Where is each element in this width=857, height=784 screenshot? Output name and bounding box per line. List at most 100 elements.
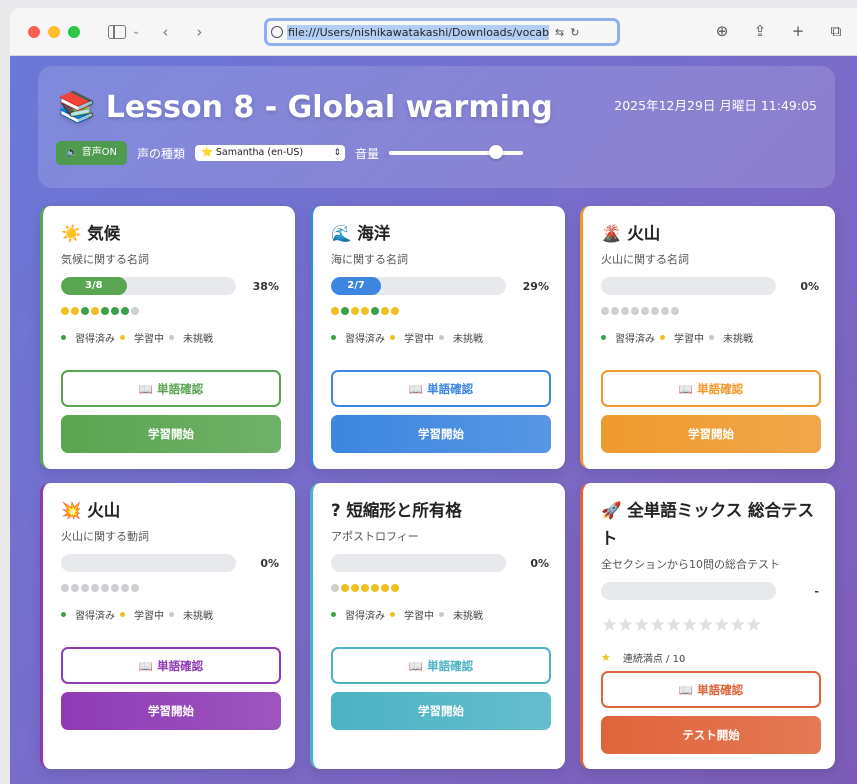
download-icon[interactable]: ⊕ <box>713 22 731 40</box>
browser-toolbar: ⌄ ‹ › file:///Users/nishikawatakashi/Dow… <box>10 8 857 56</box>
start-learning-button[interactable]: 学習開始 <box>331 415 551 453</box>
word-status-dot <box>121 584 129 592</box>
start-learning-button[interactable]: 学習開始 <box>61 692 281 730</box>
card-title: ? 短縮形と所有格 <box>331 501 462 520</box>
word-check-button[interactable]: 📖 単語確認 <box>331 370 551 407</box>
word-check-button[interactable]: 📖 単語確認 <box>61 647 281 684</box>
progress-bar <box>601 582 776 600</box>
chevron-right-icon[interactable]: › <box>190 23 208 41</box>
word-status-dot <box>81 307 89 315</box>
word-status-dot <box>111 307 119 315</box>
card-subtitle: 海に関する名詞 <box>331 253 408 266</box>
section-card-ocean: 🌊 海洋 海に関する名詞 2/7 29% 習得済み 学習中 未挑戦 📖 単語確認… <box>310 206 565 469</box>
word-check-button[interactable]: 📖 単語確認 <box>61 370 281 407</box>
zoom-window-button[interactable] <box>68 25 80 38</box>
datetime: 2025年12月29日 月曜日 11:49:05 <box>614 98 817 113</box>
word-status-dot <box>101 307 109 315</box>
sidebar-toggle-icon[interactable] <box>108 24 126 39</box>
mastered-dot-icon <box>61 335 66 340</box>
progress-percent: 0% <box>530 556 549 570</box>
section-grid: ☀️ 気候 気候に関する名詞 3/8 38% 習得済み 学習中 未挑戦 📖 単語… <box>40 206 837 769</box>
progress-percent: 38% <box>252 279 279 293</box>
legend-mastered: 習得済み <box>75 611 115 622</box>
page-content: 📚 Lesson 8 - Global warming 2025年12月29日 … <box>10 56 857 784</box>
close-window-button[interactable] <box>28 25 40 38</box>
word-status-dot <box>71 584 79 592</box>
tabs-overview-icon[interactable]: ⧉ <box>827 22 845 40</box>
voice-controls: 🔈 音声ON 声の種類 ⭐ Samantha (en-US) 音量 <box>56 141 524 165</box>
card-subtitle: 火山に関する動詞 <box>61 530 149 543</box>
word-status-dot <box>641 307 649 315</box>
legend-learning: 学習中 <box>134 334 164 345</box>
volume-slider[interactable] <box>389 145 524 159</box>
word-status-dot <box>391 307 399 315</box>
word-status-dot <box>371 584 379 592</box>
word-status-dot <box>341 584 349 592</box>
section-card-volcano-nouns: 🌋 火山 火山に関する名詞 0% 習得済み 学習中 未挑戦 📖 単語確認 学習開… <box>580 206 835 469</box>
word-status-dot <box>101 584 109 592</box>
mastered-dot-icon <box>331 335 336 340</box>
start-learning-button[interactable]: 学習開始 <box>601 415 821 453</box>
word-status-dot <box>61 584 69 592</box>
translate-icon[interactable]: ⇆ <box>555 26 564 39</box>
legend-untried: 未挑戦 <box>453 334 483 345</box>
untried-dot-icon <box>439 335 444 340</box>
section-card-volcano-verbs: 💥 火山 火山に関する動詞 0% 習得済み 学習中 未挑戦 📖 単語確認 学習開… <box>40 483 295 769</box>
voice-select[interactable]: ⭐ Samantha (en-US) <box>195 145 345 161</box>
word-status-dot <box>121 307 129 315</box>
word-status-dots <box>331 306 549 316</box>
legend-mastered: 習得済み <box>615 334 655 345</box>
progress-bar <box>61 554 236 572</box>
card-title: 🚀 全単語ミックス 総合テスト <box>601 501 815 548</box>
word-status-dot <box>131 584 139 592</box>
word-check-button[interactable]: 📖 単語確認 <box>331 647 551 684</box>
progress-percent: 0% <box>800 279 819 293</box>
card-subtitle: 火山に関する名詞 <box>601 253 689 266</box>
word-check-button[interactable]: 📖 単語確認 <box>601 370 821 407</box>
word-status-dot <box>391 584 399 592</box>
word-status-dot <box>651 307 659 315</box>
word-check-button[interactable]: 📖 単語確認 <box>601 671 821 708</box>
star-icon: ★ <box>601 651 611 664</box>
start-learning-button[interactable]: 学習開始 <box>331 692 551 730</box>
new-tab-icon[interactable]: + <box>789 22 807 40</box>
word-status-dot <box>631 307 639 315</box>
word-status-dot <box>601 307 609 315</box>
section-card-mix-test: 🚀 全単語ミックス 総合テスト 全セクションから10問の総合テスト - ★★★★… <box>580 483 835 769</box>
minimize-window-button[interactable] <box>48 25 60 38</box>
word-status-dot <box>671 307 679 315</box>
chevron-down-icon[interactable]: ⌄ <box>132 26 140 37</box>
word-status-dot <box>341 307 349 315</box>
untried-dot-icon <box>709 335 714 340</box>
voice-toggle-button[interactable]: 🔈 音声ON <box>56 141 127 165</box>
header-panel: 📚 Lesson 8 - Global warming 2025年12月29日 … <box>38 66 835 188</box>
word-status-dot <box>71 307 79 315</box>
volume-slider-thumb[interactable] <box>489 145 504 159</box>
word-status-dot <box>361 307 369 315</box>
chevron-left-icon[interactable]: ‹ <box>156 23 174 41</box>
word-status-dots <box>61 306 279 316</box>
score-stars: ★★★★★★★★★★ <box>601 614 762 636</box>
word-status-dot <box>131 307 139 315</box>
start-learning-button[interactable]: 学習開始 <box>61 415 281 453</box>
word-status-dot <box>91 584 99 592</box>
section-card-contractions: ? 短縮形と所有格 アポストロフィー 0% 習得済み 学習中 未挑戦 📖 単語確… <box>310 483 565 769</box>
legend-untried: 未挑戦 <box>723 334 753 345</box>
streak-info: ★ 連続満点 / 10 <box>601 650 819 665</box>
learning-dot-icon <box>120 612 125 617</box>
url-text[interactable]: file:///Users/nishikawatakashi/Downloads… <box>287 24 549 40</box>
word-status-dot <box>351 307 359 315</box>
word-status-dot <box>621 307 629 315</box>
untried-dot-icon <box>169 335 174 340</box>
share-icon[interactable]: ⇪ <box>751 22 769 40</box>
card-title: 🌋 火山 <box>601 224 661 243</box>
word-status-dot <box>81 584 89 592</box>
address-bar[interactable]: file:///Users/nishikawatakashi/Downloads… <box>264 18 620 46</box>
page-title: 📚 Lesson 8 - Global warming <box>58 90 553 125</box>
card-title: 💥 火山 <box>61 501 121 520</box>
reload-icon[interactable]: ↻ <box>570 26 579 39</box>
status-legend: 習得済み 学習中 未挑戦 <box>601 330 819 345</box>
progress-percent: - <box>814 584 819 598</box>
start-test-button[interactable]: テスト開始 <box>601 716 821 754</box>
compass-icon <box>271 26 283 38</box>
